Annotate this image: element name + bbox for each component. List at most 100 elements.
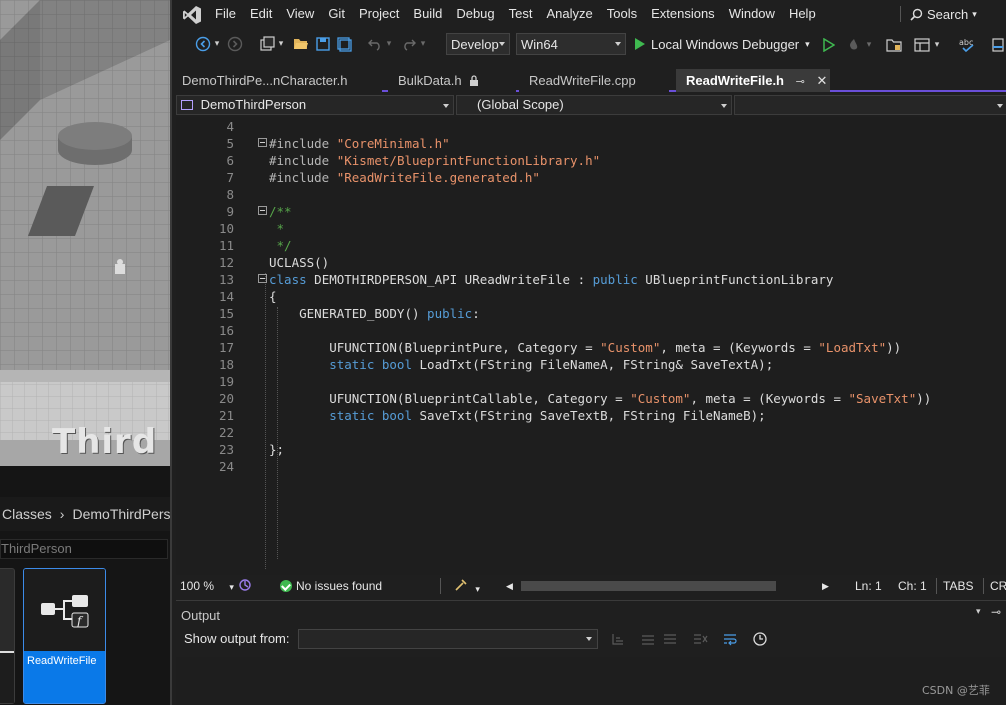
- new-project-icon[interactable]: [258, 34, 276, 54]
- output-source-dropdown[interactable]: [298, 629, 598, 649]
- code-line[interactable]: 18 static bool LoadTxt(FString FileNameA…: [176, 356, 1006, 373]
- code-line[interactable]: 14 {: [176, 288, 1006, 305]
- line-indicator[interactable]: Ln: 1: [855, 578, 882, 594]
- code-line[interactable]: 4: [176, 118, 1006, 135]
- chevron-down-icon[interactable]: ▾: [932, 35, 942, 55]
- spell-check-icon[interactable]: abc: [958, 35, 976, 55]
- navigate-forward-icon[interactable]: [226, 34, 244, 54]
- asset-tile[interactable]: [0, 568, 15, 704]
- tab-readwritefile-cpp[interactable]: ReadWriteFile.cpp: [519, 69, 669, 92]
- find-message-icon[interactable]: [610, 631, 628, 647]
- pin-icon[interactable]: ⊸: [991, 605, 1001, 619]
- chevron-down-icon[interactable]: ▾: [384, 34, 394, 54]
- code-line[interactable]: 22: [176, 424, 1006, 441]
- menu-project[interactable]: Project: [359, 6, 408, 21]
- code-line[interactable]: 21 static bool SaveTxt(FString SaveTextB…: [176, 407, 1006, 424]
- code-line[interactable]: 12 UCLASS(): [176, 254, 1006, 271]
- code-line[interactable]: 10 *: [176, 220, 1006, 237]
- previous-message-icon[interactable]: [640, 631, 658, 647]
- tab-readwritefile-h[interactable]: ReadWriteFile.h ⊸ ✕: [676, 69, 830, 92]
- menu-test[interactable]: Test: [509, 6, 542, 21]
- code-line[interactable]: 24: [176, 458, 1006, 475]
- close-icon[interactable]: ✕: [816, 69, 827, 92]
- level-viewport[interactable]: Third: [0, 0, 170, 466]
- line-ending-indicator[interactable]: CR: [990, 578, 1006, 594]
- word-wrap-icon[interactable]: [722, 631, 740, 647]
- chevron-down-icon[interactable]: ▾: [418, 34, 428, 54]
- folder-view-icon[interactable]: [886, 35, 902, 55]
- open-folder-icon[interactable]: [292, 34, 310, 54]
- undo-icon[interactable]: [366, 34, 384, 54]
- clock-icon[interactable]: [752, 631, 770, 647]
- menu-file[interactable]: File: [215, 6, 245, 21]
- breadcrumb-item-project[interactable]: DemoThirdPerson: [72, 506, 170, 522]
- menu-help[interactable]: Help: [789, 6, 825, 21]
- column-indicator[interactable]: Ch: 1: [898, 578, 927, 594]
- pin-icon[interactable]: ⊸: [796, 71, 805, 92]
- chevron-down-icon[interactable]: ▾: [864, 35, 874, 55]
- code-editor[interactable]: 4 5 #include "CoreMinimal.h" 6 #include "Kis…: [176, 117, 1006, 575]
- code-line[interactable]: 9 /**: [176, 203, 1006, 220]
- scroll-left-icon[interactable]: ◀: [506, 578, 513, 594]
- start-debugging-button[interactable]: Local Windows Debugger ▾: [635, 33, 810, 55]
- tab-bulkdata[interactable]: BulkData.h: [388, 69, 516, 92]
- menu-git[interactable]: Git: [328, 6, 354, 21]
- start-without-debugging-icon[interactable]: [822, 35, 836, 55]
- indent-indicator[interactable]: TABS: [943, 578, 973, 594]
- search-button[interactable]: Search ▾: [910, 4, 977, 24]
- toolbar-overflow-icon[interactable]: [990, 35, 1006, 55]
- scroll-right-icon[interactable]: ▶: [822, 578, 829, 594]
- configuration-dropdown[interactable]: Develop: [446, 33, 510, 55]
- save-all-icon[interactable]: [335, 34, 353, 54]
- menu-build[interactable]: Build: [413, 6, 451, 21]
- menu-debug[interactable]: Debug: [456, 6, 503, 21]
- redo-icon[interactable]: [400, 34, 418, 54]
- breadcrumb-item-classes[interactable]: Classes: [2, 506, 52, 522]
- code-line[interactable]: 7 #include "ReadWriteFile.generated.h": [176, 169, 1006, 186]
- menu-window[interactable]: Window: [729, 6, 784, 21]
- zoom-dropdown[interactable]: 100 % ▾: [180, 578, 234, 594]
- visual-studio-logo-icon[interactable]: [182, 5, 202, 25]
- menu-extensions[interactable]: Extensions: [651, 6, 724, 21]
- tab-demothirdpersoncharacter[interactable]: DemoThirdPe...nCharacter.h: [172, 69, 382, 92]
- chevron-down-icon[interactable]: ▾: [212, 34, 222, 54]
- navigation-bar: DemoThirdPerson (Global Scope): [176, 95, 1006, 115]
- menu-tools[interactable]: Tools: [607, 6, 646, 21]
- asset-tile-readwritefile[interactable]: f ReadWriteFile: [23, 568, 106, 704]
- collapse-icon[interactable]: [258, 274, 267, 283]
- code-cleanup-icon[interactable]: ▾: [454, 578, 480, 594]
- code-line[interactable]: 17 UFUNCTION(BlueprintPure, Category = "…: [176, 339, 1006, 356]
- menu-analyze[interactable]: Analyze: [546, 6, 601, 21]
- code-line[interactable]: 20 UFUNCTION(BlueprintCallable, Category…: [176, 390, 1006, 407]
- content-path-field[interactable]: ThirdPerson: [0, 539, 168, 559]
- project-dropdown[interactable]: DemoThirdPerson: [176, 95, 454, 115]
- menu-view[interactable]: View: [286, 6, 323, 21]
- code-line[interactable]: 13 class DEMOTHIRDPERSON_API UReadWriteFi…: [176, 271, 1006, 288]
- code-line[interactable]: 6 #include "Kismet/BlueprintFunctionLibra…: [176, 152, 1006, 169]
- code-line[interactable]: 11 */: [176, 237, 1006, 254]
- output-text-area[interactable]: [176, 657, 1006, 705]
- navigate-back-icon[interactable]: [194, 34, 212, 54]
- code-line[interactable]: 15 GENERATED_BODY() public:: [176, 305, 1006, 322]
- collapse-icon[interactable]: [258, 206, 267, 215]
- code-line[interactable]: 5 #include "CoreMinimal.h": [176, 135, 1006, 152]
- menu-edit[interactable]: Edit: [250, 6, 281, 21]
- hot-reload-icon[interactable]: [846, 35, 862, 55]
- layout-icon[interactable]: [914, 35, 930, 55]
- next-message-icon[interactable]: [662, 631, 680, 647]
- intellicode-icon[interactable]: [238, 578, 252, 594]
- chevron-down-icon[interactable]: ▾: [276, 34, 286, 54]
- code-line[interactable]: 8: [176, 186, 1006, 203]
- save-icon[interactable]: [314, 34, 332, 54]
- scope-dropdown[interactable]: (Global Scope): [456, 95, 732, 115]
- clear-all-icon[interactable]: [692, 631, 710, 647]
- issues-indicator[interactable]: No issues found: [280, 578, 382, 594]
- collapse-icon[interactable]: [258, 138, 267, 147]
- chevron-down-icon[interactable]: ▾: [976, 607, 981, 617]
- code-line[interactable]: 19: [176, 373, 1006, 390]
- horizontal-scrollbar[interactable]: [521, 581, 776, 591]
- code-line[interactable]: 23};: [176, 441, 1006, 458]
- code-line[interactable]: 16: [176, 322, 1006, 339]
- member-dropdown[interactable]: [734, 95, 1006, 115]
- platform-dropdown[interactable]: Win64: [516, 33, 626, 55]
